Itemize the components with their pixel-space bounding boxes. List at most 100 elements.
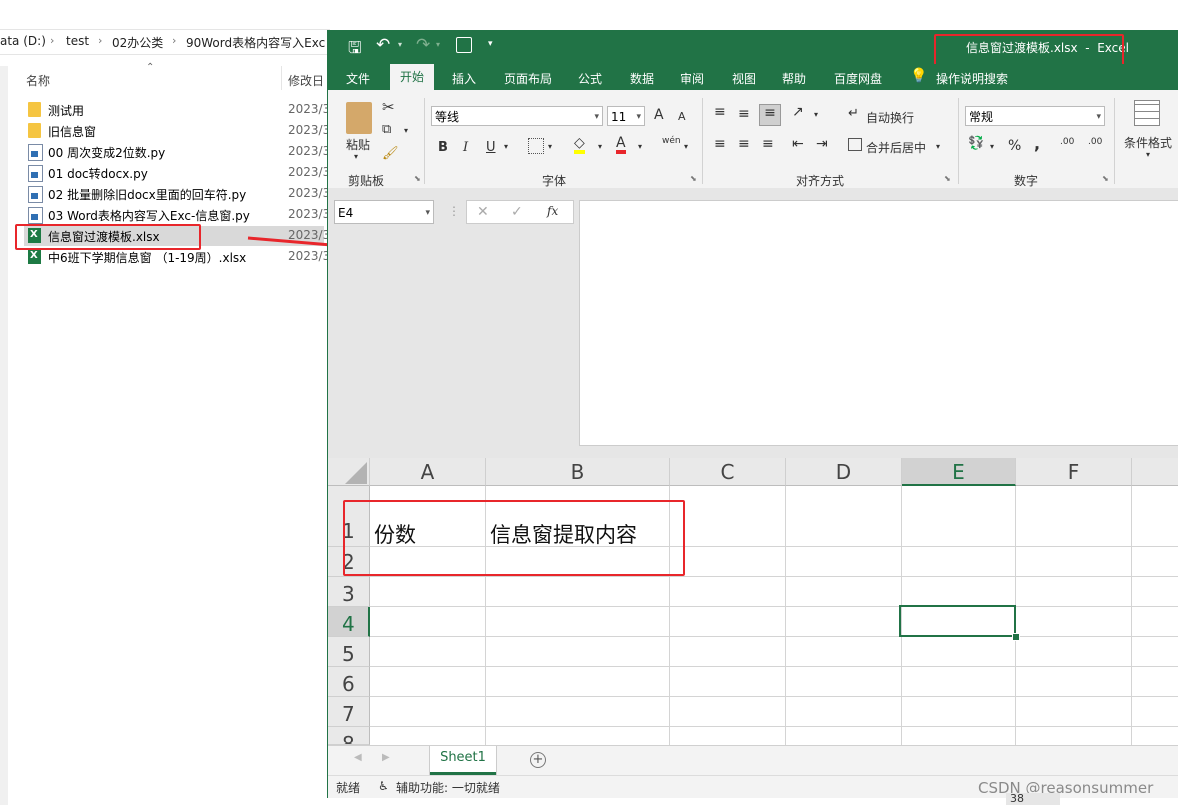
list-item[interactable]: 01 doc转docx.py 2023/3 bbox=[24, 163, 330, 183]
font-size-select[interactable]: 11 ▾ bbox=[607, 106, 645, 126]
percent-button[interactable]: % bbox=[1008, 138, 1021, 154]
fill-handle[interactable] bbox=[1012, 633, 1020, 641]
redo-dropdown-icon[interactable]: ▾ bbox=[436, 40, 440, 49]
list-item[interactable]: 旧信息窗 2023/3 bbox=[24, 121, 330, 141]
column-header-a[interactable]: A bbox=[370, 458, 486, 486]
row-header-4[interactable]: 4 bbox=[328, 607, 370, 637]
list-item[interactable]: 00 周次变成2位数.py 2023/3 bbox=[24, 142, 330, 162]
enter-icon[interactable]: ✓ bbox=[511, 204, 523, 220]
wrap-text-icon[interactable]: ↵ bbox=[848, 106, 859, 121]
accessibility-icon[interactable]: ♿ bbox=[378, 779, 389, 793]
paste-icon[interactable] bbox=[346, 102, 372, 134]
customize-toolbar-icon[interactable]: ▾ bbox=[488, 39, 493, 49]
tab-review[interactable]: 审阅 bbox=[680, 70, 704, 87]
row-header-3[interactable]: 3 bbox=[328, 577, 370, 607]
tab-baidu-netdisk[interactable]: 百度网盘 bbox=[834, 70, 882, 87]
increase-decimal-button[interactable]: .00 bbox=[1060, 137, 1074, 147]
undo-dropdown-icon[interactable]: ▾ bbox=[398, 40, 402, 49]
active-cell-e4[interactable] bbox=[899, 605, 1016, 637]
tab-data[interactable]: 数据 bbox=[630, 70, 654, 87]
number-format-select[interactable]: 常规 ▾ bbox=[965, 106, 1105, 126]
paste-label[interactable]: 粘贴 bbox=[346, 136, 370, 153]
bold-button[interactable]: B bbox=[438, 140, 448, 155]
align-top-icon[interactable]: ≡ bbox=[714, 104, 726, 120]
undo-icon[interactable]: ↶ bbox=[376, 35, 390, 55]
sheet-tab-sheet1[interactable]: Sheet1 bbox=[430, 746, 496, 775]
dialog-launcher-icon[interactable]: ⬊ bbox=[414, 174, 421, 183]
accounting-format-icon[interactable]: 💱 bbox=[968, 136, 984, 151]
formula-input[interactable] bbox=[579, 200, 1178, 446]
align-left-icon[interactable]: ≡ bbox=[714, 136, 726, 152]
tab-page-layout[interactable]: 页面布局 bbox=[504, 70, 552, 87]
list-item[interactable]: 测试用 2023/3 bbox=[24, 100, 330, 120]
conditional-format-button[interactable]: 条件格式 bbox=[1124, 134, 1172, 151]
increase-indent-icon[interactable]: ⇥ bbox=[816, 136, 828, 152]
address-bar[interactable]: ata (D:) › test › 02办公类 › 90Word表格内容写入Ex… bbox=[0, 29, 330, 55]
row-header-8[interactable]: 8 bbox=[328, 727, 370, 745]
column-header-b[interactable]: B bbox=[486, 458, 670, 486]
tab-home[interactable]: 开始 bbox=[390, 64, 435, 90]
column-header-f[interactable]: F bbox=[1016, 458, 1132, 486]
dialog-launcher-icon[interactable]: ⬊ bbox=[1102, 174, 1109, 183]
align-center-icon[interactable]: ≡ bbox=[738, 136, 750, 152]
accessibility-status[interactable]: 辅助功能: 一切就绪 bbox=[396, 779, 500, 796]
column-header-e[interactable]: E bbox=[902, 458, 1016, 486]
row-header-7[interactable]: 7 bbox=[328, 697, 370, 727]
underline-button[interactable]: U bbox=[486, 140, 496, 155]
tab-help[interactable]: 帮助 bbox=[782, 70, 806, 87]
breadcrumb-test[interactable]: test bbox=[66, 34, 89, 48]
font-color-dropdown-icon[interactable]: ▾ bbox=[638, 142, 642, 151]
select-all-corner[interactable] bbox=[328, 458, 370, 486]
border-icon[interactable] bbox=[528, 138, 544, 154]
cut-icon[interactable]: ✂ bbox=[382, 98, 395, 116]
format-painter-icon[interactable]: 🖌 bbox=[382, 146, 399, 161]
orientation-dropdown-icon[interactable]: ▾ bbox=[814, 110, 818, 119]
tab-formulas[interactable]: 公式 bbox=[578, 70, 602, 87]
list-item[interactable]: 02 批量删除旧docx里面的回车符.py 2023/3 bbox=[24, 184, 330, 204]
tell-me-search[interactable]: 操作说明搜索 bbox=[936, 70, 1008, 87]
dialog-launcher-icon[interactable]: ⬊ bbox=[944, 174, 951, 183]
merge-center-button[interactable]: 合并后居中 bbox=[866, 139, 926, 156]
underline-dropdown-icon[interactable]: ▾ bbox=[504, 142, 508, 151]
orientation-icon[interactable]: ↗ bbox=[792, 104, 804, 120]
font-color-icon[interactable]: A bbox=[616, 136, 626, 154]
shrink-font-icon[interactable]: A bbox=[678, 110, 686, 123]
wrap-text-button[interactable]: 自动换行 bbox=[866, 109, 914, 126]
scroll-prev-sheet-icon[interactable]: ◀ bbox=[354, 752, 362, 763]
font-name-select[interactable]: 等线 ▾ bbox=[431, 106, 603, 126]
comma-button[interactable]: , bbox=[1034, 134, 1040, 153]
cancel-icon[interactable]: ✕ bbox=[477, 204, 489, 220]
breadcrumb-office[interactable]: 02办公类 bbox=[112, 34, 163, 51]
align-bottom-icon[interactable]: ≡ bbox=[759, 104, 781, 126]
tab-view[interactable]: 视图 bbox=[732, 70, 756, 87]
worksheet-grid[interactable]: A B C D E F 1 2 3 4 5 6 7 8 份数 信息窗提取内容 bbox=[328, 458, 1178, 745]
column-header-c[interactable]: C bbox=[670, 458, 786, 486]
merge-center-icon[interactable] bbox=[848, 138, 862, 151]
copy-icon[interactable]: ⧉ bbox=[382, 122, 391, 137]
conditional-format-icon[interactable] bbox=[1134, 100, 1160, 126]
grow-font-icon[interactable]: A bbox=[654, 107, 664, 123]
conditional-format-dropdown-icon[interactable]: ▾ bbox=[1146, 150, 1150, 159]
row-header-5[interactable]: 5 bbox=[328, 637, 370, 667]
paste-dropdown-icon[interactable]: ▾ bbox=[354, 152, 358, 161]
merge-dropdown-icon[interactable]: ▾ bbox=[936, 142, 940, 151]
column-header-g[interactable] bbox=[1132, 458, 1178, 486]
align-middle-icon[interactable]: ≡ bbox=[738, 106, 750, 122]
breadcrumb-current[interactable]: 90Word表格内容写入Exc bbox=[186, 34, 325, 51]
column-header-name[interactable]: 名称 bbox=[26, 72, 50, 89]
column-header-d[interactable]: D bbox=[786, 458, 902, 486]
redo-icon[interactable]: ↷ bbox=[416, 35, 430, 55]
scroll-next-sheet-icon[interactable]: ▶ bbox=[382, 752, 390, 763]
copy-dropdown-icon[interactable]: ▾ bbox=[404, 126, 408, 135]
decrease-indent-icon[interactable]: ⇤ bbox=[792, 136, 804, 152]
fill-color-icon[interactable]: ◇ bbox=[574, 136, 585, 154]
phonetic-dropdown-icon[interactable]: ▾ bbox=[684, 142, 688, 151]
accounting-dropdown-icon[interactable]: ▾ bbox=[990, 142, 994, 151]
breadcrumb-drive[interactable]: ata (D:) bbox=[0, 34, 46, 48]
decrease-decimal-button[interactable]: .00 bbox=[1088, 137, 1102, 147]
print-preview-icon[interactable] bbox=[456, 37, 472, 53]
column-header-date[interactable]: 修改日 bbox=[288, 72, 324, 89]
tab-insert[interactable]: 插入 bbox=[452, 70, 476, 87]
phonetic-icon[interactable]: wén bbox=[662, 136, 681, 146]
row-header-6[interactable]: 6 bbox=[328, 667, 370, 697]
